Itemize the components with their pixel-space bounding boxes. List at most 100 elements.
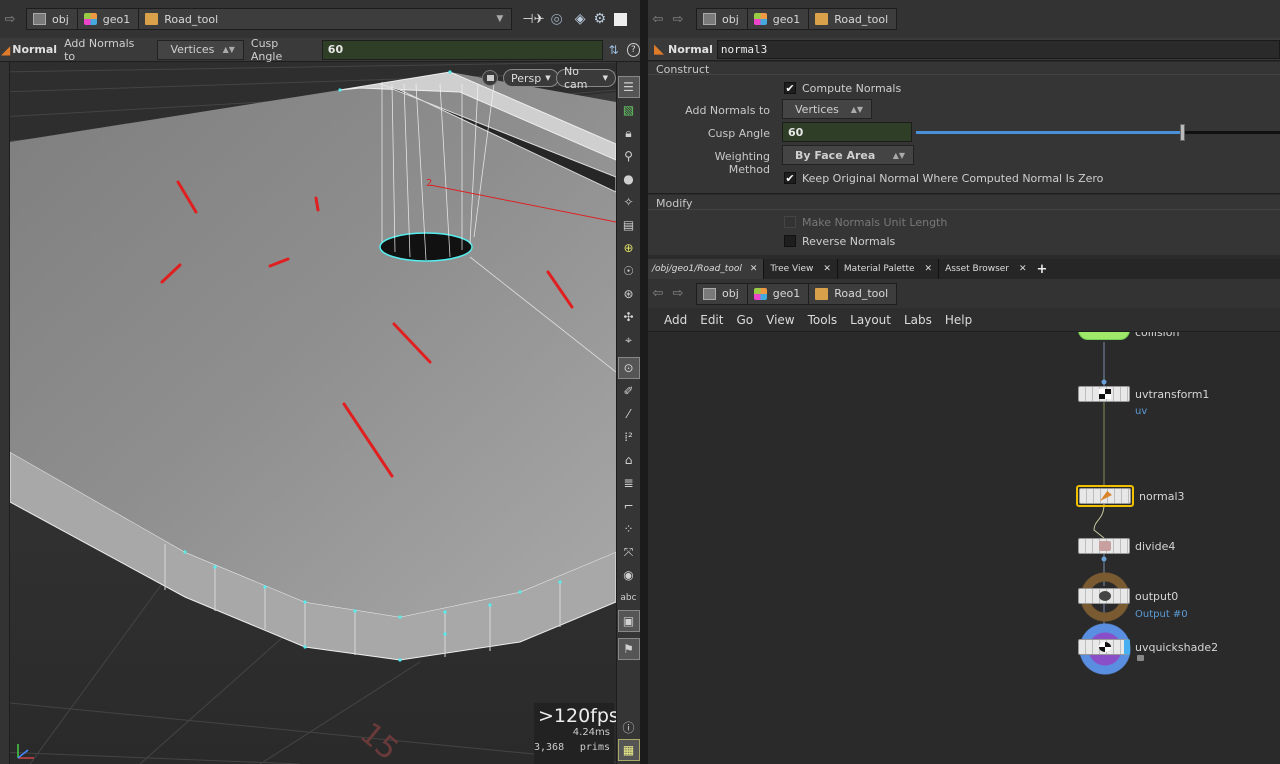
image-icon[interactable]: ▣	[617, 610, 640, 632]
add-normals-dropdown[interactable]: Vertices ▲▼	[782, 99, 872, 119]
lock-camera-icon[interactable]: 🔒︎	[618, 122, 640, 144]
back-arrow-icon[interactable]: ⇦	[648, 12, 668, 27]
pen-icon[interactable]: ⁄	[618, 403, 640, 425]
numbers-icon[interactable]: ⁞²	[618, 426, 640, 448]
breadcrumb-road-tool[interactable]: Road_tool	[808, 282, 898, 305]
pane-divider[interactable]	[640, 0, 648, 764]
menu-go[interactable]: Go	[736, 313, 753, 327]
add-normals-label: Add Normals to	[64, 36, 135, 63]
node-body	[1078, 332, 1130, 340]
bulb-icon[interactable]: ✧	[618, 191, 640, 213]
forward-arrow-icon[interactable]: ⇨	[0, 12, 20, 27]
tab-material-palette[interactable]: Material Palette ✕	[836, 259, 938, 279]
chevron-down-icon[interactable]: ▼	[496, 14, 503, 24]
menu-tools[interactable]: Tools	[808, 313, 838, 327]
cusp-angle-field[interactable]: 60	[782, 122, 912, 142]
add-tab-icon[interactable]: +	[1033, 259, 1052, 279]
network-editor[interactable]: collision uvtransform1 uv normal3 divide…	[648, 332, 1280, 764]
menu-view[interactable]: View	[766, 313, 794, 327]
menu-labs[interactable]: Labs	[904, 313, 932, 327]
tab-asset-browser[interactable]: Asset Browser ✕	[938, 259, 1032, 279]
display-mode-icon[interactable]: ▧	[618, 99, 640, 121]
node-uvquickshade2[interactable]: uvquickshade2	[1078, 639, 1218, 655]
camera-menu[interactable]: No cam ▼	[556, 65, 616, 91]
lock-icon[interactable]	[482, 70, 498, 86]
forward-arrow-icon[interactable]: ⇨	[668, 12, 688, 27]
circle-fill-icon[interactable]: ◉	[618, 564, 640, 586]
flashlight-icon[interactable]: ⚲	[618, 145, 640, 167]
scene-icon[interactable]: ☉	[618, 260, 640, 282]
cusp-angle-slider[interactable]	[916, 124, 1280, 141]
light-icon[interactable]: ●	[618, 168, 640, 190]
perspective-menu[interactable]: Persp ▼	[503, 69, 559, 87]
add-normals-dropdown[interactable]: Vertices ▲▼	[157, 39, 244, 60]
sort-icon[interactable]: ⇅	[609, 43, 619, 57]
weighting-method-dropdown[interactable]: By Face Area ▲▼	[782, 145, 914, 165]
tab-network[interactable]: /obj/geo1/Road_tool ✕	[648, 259, 764, 279]
close-icon[interactable]: ✕	[925, 264, 933, 274]
scatter-icon[interactable]: ⁘	[618, 518, 640, 540]
close-icon[interactable]: ✕	[750, 264, 758, 274]
tab-label: Asset Browser	[945, 264, 1009, 274]
snap-icon[interactable]: ⊛	[618, 283, 640, 305]
obj-icon	[703, 13, 716, 25]
node-output0[interactable]: output0	[1078, 588, 1178, 604]
reverse-normals-checkbox[interactable]	[784, 235, 796, 247]
breadcrumb-geo[interactable]: geo1	[746, 8, 810, 30]
node-type-label: Normal	[668, 42, 713, 56]
keep-original-checkbox[interactable]: ✔	[784, 172, 796, 185]
xray-icon[interactable]: ▤	[618, 214, 640, 236]
breadcrumb-geo[interactable]: geo1	[76, 8, 140, 30]
marker-icon[interactable]: ⚑	[617, 638, 640, 660]
info-icon[interactable]: ⓘ	[618, 716, 640, 738]
ghost-icon[interactable]: ⊕	[618, 237, 640, 259]
node-name-field[interactable]: normal3	[716, 39, 1280, 59]
keep-original-row: ✔ Keep Original Normal Where Computed No…	[784, 167, 1103, 189]
grid-toggle-icon[interactable]: ▦	[617, 739, 640, 761]
back-arrow-icon[interactable]: ⇦	[648, 286, 668, 301]
cusp-angle-field[interactable]: 60	[321, 39, 603, 60]
stack-icon[interactable]: ≣	[618, 472, 640, 494]
node-uvtransform1[interactable]: uvtransform1	[1078, 386, 1209, 402]
3d-viewport[interactable]: 2 15 Persp ▼ No cam ▼ >120fps 4.24ms 3,3…	[0, 62, 616, 764]
paint-icon[interactable]: ⌂	[618, 449, 640, 471]
breadcrumb-road-tool[interactable]: Road_tool	[808, 8, 898, 30]
display-options-icon[interactable]: ⚙	[593, 11, 606, 27]
menu-edit[interactable]: Edit	[700, 313, 723, 327]
pin-icon[interactable]: ⊣✈	[522, 12, 544, 27]
camera-lens-icon[interactable]: ◎	[550, 11, 562, 27]
menu-help[interactable]: Help	[945, 313, 972, 327]
corner-icon[interactable]: ⌐	[618, 495, 640, 517]
menu-layout[interactable]: Layout	[850, 313, 891, 327]
unit-length-checkbox[interactable]	[784, 216, 796, 228]
node-divide4[interactable]: divide4	[1078, 538, 1175, 554]
breadcrumb-label: geo1	[772, 12, 801, 26]
breadcrumb-obj[interactable]: obj	[26, 8, 78, 30]
breadcrumb-geo[interactable]: geo1	[746, 282, 810, 305]
brush-icon[interactable]: ✐	[618, 380, 640, 402]
select-tool-icon[interactable]: ☰	[617, 76, 640, 98]
breadcrumb-road-tool[interactable]: Road_tool ▼	[138, 8, 513, 30]
tab-label: Material Palette	[843, 264, 915, 274]
normals-icon[interactable]: ✣	[618, 306, 640, 328]
help-icon[interactable]: ?	[626, 42, 641, 57]
text-tool-icon[interactable]: abc	[618, 587, 640, 609]
compute-normals-checkbox[interactable]: ✔	[784, 82, 796, 95]
node-normal3[interactable]: normal3	[1076, 485, 1185, 507]
tab-tree-view[interactable]: Tree View ✕	[763, 259, 837, 279]
uv-icon[interactable]: ⌖	[618, 329, 640, 351]
maximize-icon[interactable]	[614, 12, 628, 26]
point-display-icon[interactable]: ⊙	[617, 357, 640, 379]
cube-icon[interactable]: ◈	[575, 11, 586, 27]
close-icon[interactable]: ✕	[823, 264, 831, 274]
transform-icon[interactable]: ⤧	[618, 541, 640, 563]
menu-add[interactable]: Add	[664, 313, 687, 327]
node-collision[interactable]: collision	[1078, 332, 1179, 340]
close-icon[interactable]: ✕	[1019, 264, 1027, 274]
dropdown-value: By Face Area	[795, 148, 876, 162]
node-body	[1078, 639, 1130, 655]
prims-count: 3,368	[534, 742, 565, 753]
forward-arrow-icon[interactable]: ⇨	[668, 286, 688, 301]
breadcrumb-obj[interactable]: obj	[696, 282, 748, 305]
breadcrumb-obj[interactable]: obj	[696, 8, 748, 30]
